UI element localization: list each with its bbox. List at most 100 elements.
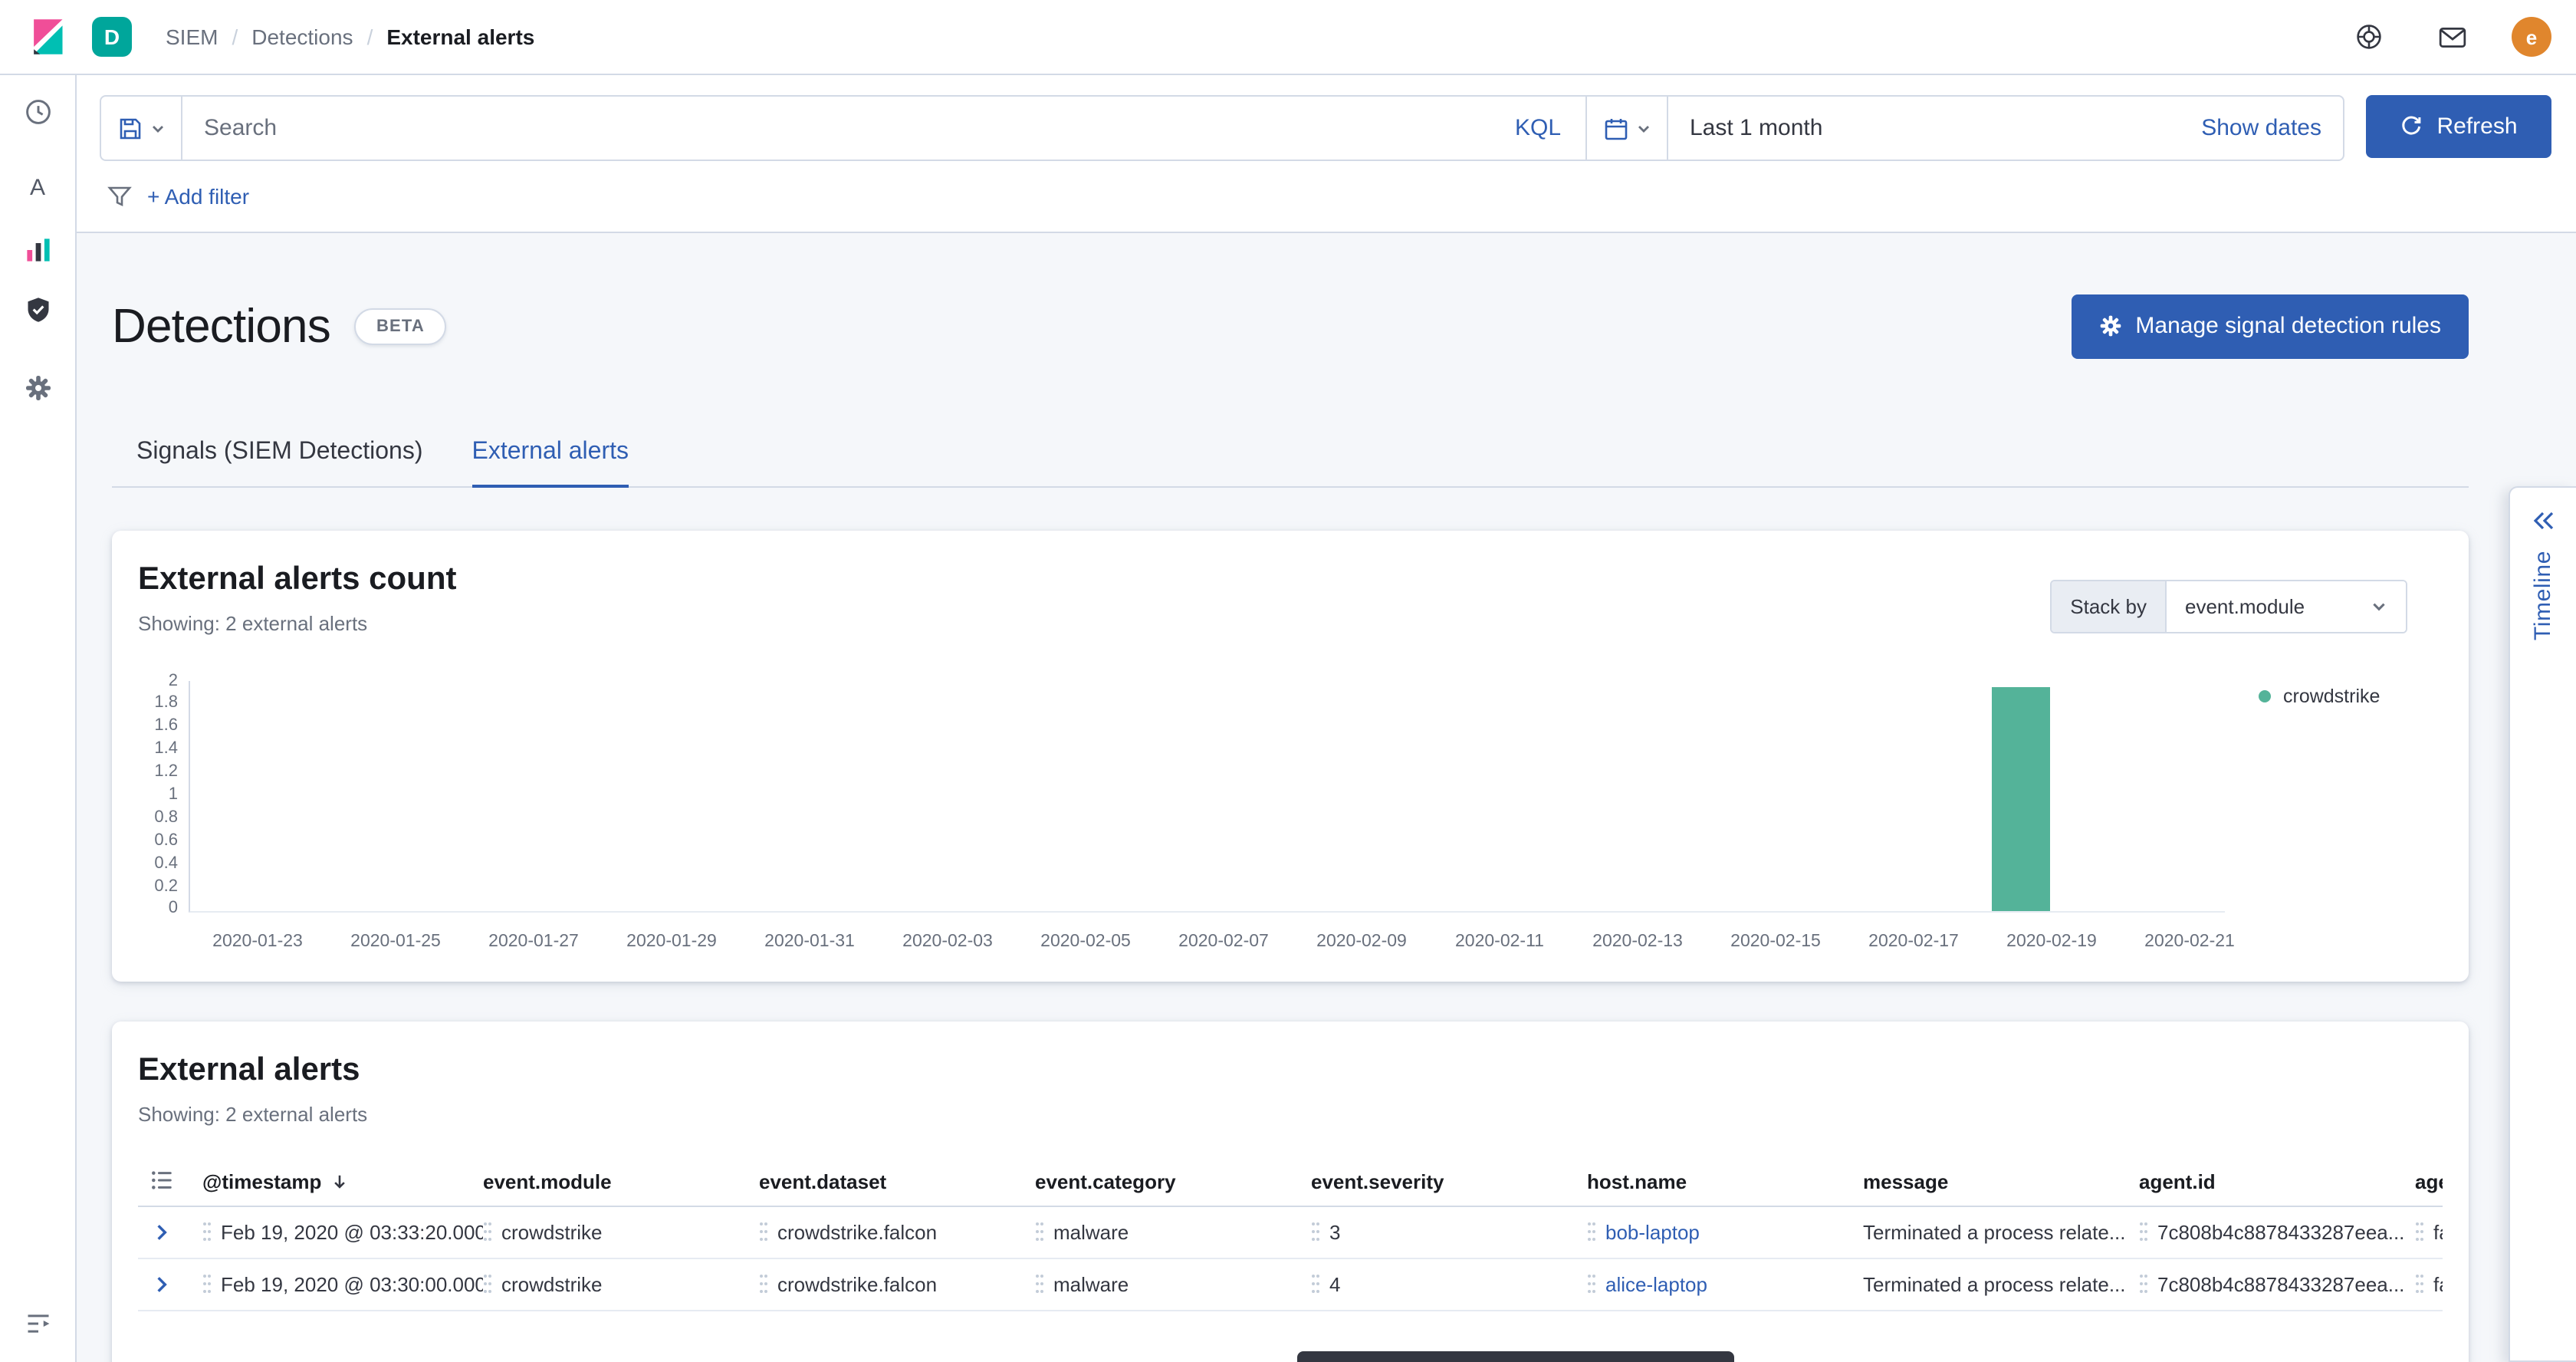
dock-navigation-button[interactable] [13, 1299, 62, 1348]
bar-chart-icon [24, 236, 51, 264]
nav-app-a-button[interactable]: A [13, 163, 62, 212]
cell-event-dataset[interactable]: crowdstrike.falcon [759, 1220, 1035, 1243]
main-area: KQL Last 1 month Show dates [75, 74, 2576, 1362]
manage-signal-detection-rules-button[interactable]: Manage signal detection rules [2071, 294, 2469, 359]
save-icon [117, 116, 142, 140]
timeline-flyout-toggle[interactable]: Timeline [2509, 486, 2576, 1362]
kql-toggle[interactable]: KQL [1493, 115, 1582, 141]
cell-message[interactable]: Terminated a process relate... [1863, 1272, 2139, 1295]
kibana-logo-icon [28, 17, 67, 57]
timeline-label: Timeline [2530, 551, 2556, 640]
kibana-logo[interactable] [25, 14, 71, 60]
chevron-right-icon [152, 1222, 172, 1242]
nav-siem-button[interactable] [13, 285, 62, 334]
date-quick-menu-button[interactable] [1585, 97, 1668, 160]
header-actions: e [2346, 14, 2551, 60]
cell-event-severity[interactable]: 4 [1311, 1272, 1587, 1295]
search-group: KQL Last 1 month Show dates [100, 95, 2344, 161]
add-filter-link[interactable]: + Add filter [147, 184, 249, 209]
show-dates-link[interactable]: Show dates [2201, 115, 2321, 141]
column-header-host-name[interactable]: host.name [1587, 1170, 1863, 1193]
filter-funnel-icon[interactable] [107, 184, 132, 209]
external-alerts-table: @timestamp event.module event.dataset ev… [138, 1159, 2443, 1311]
cell-timestamp[interactable]: Feb 19, 2020 @ 03:30:00.000 [202, 1272, 483, 1295]
search-field: KQL [182, 97, 1585, 160]
cell-host-name[interactable]: bob-laptop [1587, 1220, 1863, 1243]
space-badge[interactable]: D [92, 17, 132, 57]
help-button[interactable] [2346, 14, 2392, 60]
date-range-value[interactable]: Last 1 month [1690, 115, 1822, 141]
cell-event-module[interactable]: crowdstrike [483, 1220, 759, 1243]
cell-clipped[interactable]: fa [2415, 1220, 2443, 1243]
table-row: Feb 19, 2020 @ 03:33:20.000 crowdstrike … [138, 1206, 2443, 1258]
date-picker: Last 1 month Show dates [1668, 97, 2343, 160]
menu-dock-icon [24, 1310, 51, 1337]
legend-item-crowdstrike[interactable]: crowdstrike [2225, 680, 2443, 918]
cell-agent-id[interactable]: 7c808b4c8878433287eea... [2139, 1272, 2415, 1295]
recently-viewed-button[interactable] [13, 87, 62, 137]
column-header-event-severity[interactable]: event.severity [1311, 1170, 1587, 1193]
chevron-right-icon [152, 1274, 172, 1294]
breadcrumb-current: External alerts [386, 25, 534, 49]
page-title: Detections [112, 299, 330, 354]
drag-handle-icon [2415, 1273, 2424, 1295]
cell-event-category[interactable]: malware [1035, 1220, 1311, 1243]
drag-handle-icon [483, 1221, 492, 1242]
chevron-down-icon [2371, 597, 2387, 614]
newsfeed-button[interactable] [2429, 14, 2475, 60]
cell-timestamp[interactable]: Feb 19, 2020 @ 03:33:20.000 [202, 1220, 483, 1243]
calendar-icon [1603, 116, 1628, 140]
column-header-event-dataset[interactable]: event.dataset [759, 1170, 1035, 1193]
saved-query-menu-button[interactable] [101, 97, 182, 160]
cell-event-dataset[interactable]: crowdstrike.falcon [759, 1272, 1035, 1295]
customize-columns-button[interactable] [150, 1168, 173, 1196]
column-header-agent-id[interactable]: agent.id [2139, 1170, 2415, 1193]
cell-event-severity[interactable]: 3 [1311, 1220, 1587, 1243]
tab-external-alerts[interactable]: External alerts [472, 438, 629, 487]
search-input[interactable] [186, 115, 1493, 141]
drag-handle-icon [202, 1273, 212, 1295]
chevron-down-icon [150, 120, 165, 136]
bottom-dark-bar [1297, 1351, 1734, 1362]
stack-by-label: Stack by [2052, 581, 2167, 631]
breadcrumb-separator: / [232, 25, 238, 49]
breadcrumb-separator: / [367, 25, 373, 49]
nav-analytics-button[interactable] [13, 225, 62, 275]
column-header-event-category[interactable]: event.category [1035, 1170, 1311, 1193]
legend-label: crowdstrike [2283, 685, 2380, 706]
column-header-timestamp[interactable]: @timestamp [202, 1170, 483, 1193]
expand-row-button[interactable] [138, 1274, 172, 1294]
column-header-clipped[interactable]: age [2415, 1170, 2443, 1193]
drag-handle-icon [1035, 1221, 1044, 1242]
expand-row-button[interactable] [138, 1222, 172, 1242]
refresh-button[interactable]: Refresh [2366, 95, 2551, 158]
clock-icon [24, 98, 51, 126]
drag-handle-icon [2139, 1273, 2148, 1295]
tab-signals[interactable]: Signals (SIEM Detections) [136, 438, 422, 485]
column-header-event-module[interactable]: event.module [483, 1170, 759, 1193]
query-bar-section: KQL Last 1 month Show dates [75, 74, 2576, 233]
gear-icon [24, 374, 51, 402]
cell-event-module[interactable]: crowdstrike [483, 1272, 759, 1295]
cell-event-category[interactable]: malware [1035, 1272, 1311, 1295]
alerts-count-chart: 21.81.61.41.210.80.60.40.20 crowdstrike [138, 680, 2443, 918]
breadcrumb: SIEM / Detections / External alerts [166, 25, 534, 49]
user-avatar[interactable]: e [2512, 17, 2551, 57]
cell-message[interactable]: Terminated a process relate... [1863, 1220, 2139, 1243]
columns-list-icon [150, 1168, 173, 1191]
stack-by-select[interactable]: event.module [2167, 581, 2406, 631]
nav-management-button[interactable] [13, 364, 62, 413]
cell-agent-id[interactable]: 7c808b4c8878433287eea... [2139, 1220, 2415, 1243]
chart-plot-area [189, 680, 2225, 912]
drag-handle-icon [1311, 1273, 1320, 1295]
lifebuoy-icon [2355, 23, 2383, 51]
drag-handle-icon [1035, 1273, 1044, 1295]
cell-host-name[interactable]: alice-laptop [1587, 1272, 1863, 1295]
external-alerts-count-panel: External alerts count Showing: 2 externa… [112, 530, 2469, 981]
breadcrumb-siem[interactable]: SIEM [166, 25, 218, 49]
drag-handle-icon [2415, 1221, 2424, 1242]
column-header-message[interactable]: message [1863, 1170, 2139, 1193]
breadcrumb-detections[interactable]: Detections [251, 25, 353, 49]
cell-clipped[interactable]: fa [2415, 1272, 2443, 1295]
table-panel-showing: Showing: 2 external alerts [138, 1102, 2443, 1125]
